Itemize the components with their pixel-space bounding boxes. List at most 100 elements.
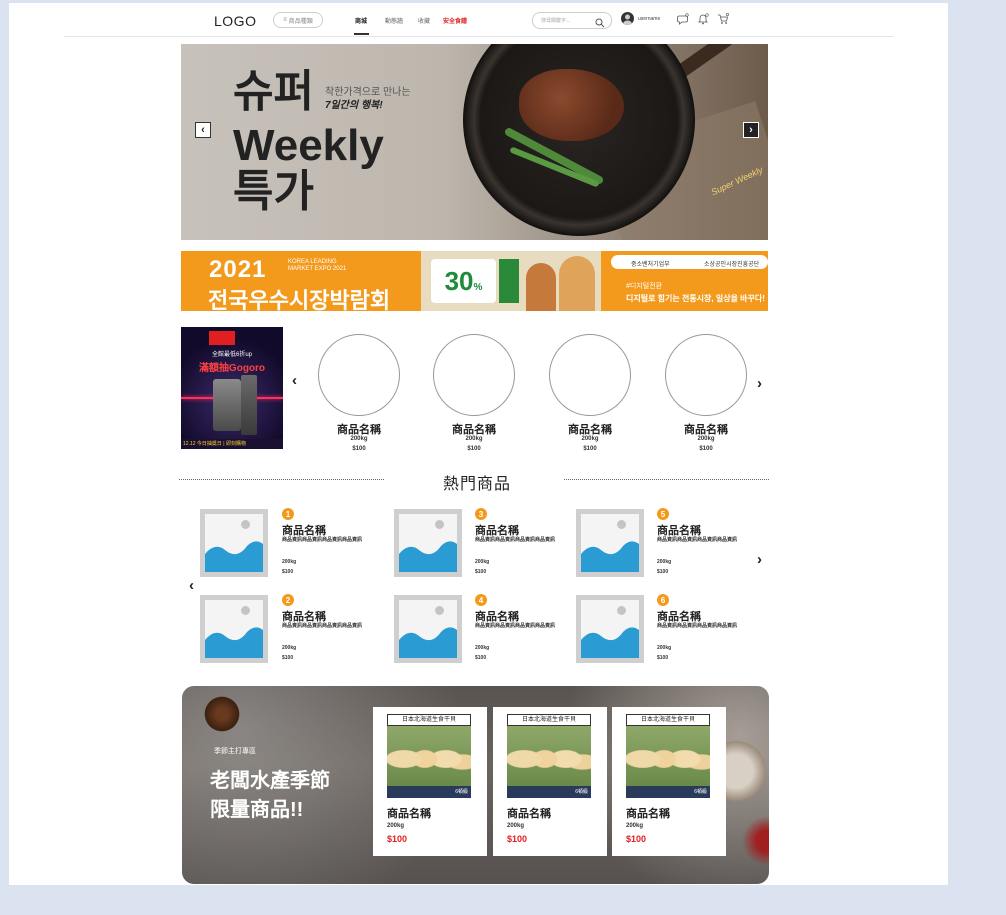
- category-button[interactable]: ≡ 商品種類: [273, 12, 323, 28]
- image-placeholder-icon: [399, 600, 457, 658]
- product-name[interactable]: 商品名稱: [656, 421, 756, 437]
- active-tab-indicator: [354, 33, 369, 35]
- product-price: $100: [352, 446, 366, 452]
- nav-link-feed[interactable]: 動態牆: [385, 16, 403, 25]
- product-name[interactable]: 商品名稱: [424, 421, 524, 437]
- hot-next-button[interactable]: ›: [757, 551, 762, 568]
- search-icon[interactable]: [595, 15, 605, 33]
- product-name[interactable]: 商品名稱: [475, 608, 519, 624]
- promo-line1: 全館最低6折up: [211, 352, 252, 358]
- promo-appliance-image: [213, 379, 241, 431]
- promo-appliance-image: [241, 375, 257, 435]
- hero-next-button[interactable]: ›: [743, 122, 759, 138]
- product-name[interactable]: 商品名稱: [540, 421, 640, 437]
- product-circle-image[interactable]: [318, 334, 400, 416]
- cart-icon[interactable]: [717, 12, 730, 30]
- product-name[interactable]: 商品名稱: [475, 522, 519, 538]
- expo-discount-unit: %: [473, 282, 483, 293]
- product-circle-image[interactable]: [549, 334, 631, 416]
- nav-link-favorites[interactable]: 收藏: [418, 16, 430, 25]
- hot-products-title: 熱門商品: [443, 476, 512, 493]
- product-name[interactable]: 商品名稱: [657, 522, 701, 538]
- expo-korean-title: 전국우수시장박람회: [208, 288, 391, 311]
- hot-product-image[interactable]: [200, 595, 268, 663]
- expo-en-line2: MARKET EXPO 2021: [288, 266, 347, 272]
- rank-badge: 4: [475, 594, 487, 606]
- placeholder-mountain: [205, 627, 263, 658]
- star-anise-image: [202, 694, 242, 734]
- section-divider: [564, 479, 769, 480]
- user-avatar[interactable]: [621, 12, 634, 25]
- product-image-tag: 6頓級: [694, 789, 707, 795]
- search-box[interactable]: 搜尋關鍵字...: [532, 12, 612, 29]
- hot-prev-button[interactable]: ‹: [189, 577, 194, 594]
- carousel-next-button[interactable]: ›: [757, 375, 762, 392]
- expo-org1: 중소벤처기업부: [631, 262, 670, 268]
- image-placeholder-icon: [205, 600, 263, 658]
- nav-link-safe-recipes[interactable]: 安全食譜: [443, 16, 467, 25]
- placeholder-mountain: [399, 627, 457, 658]
- seasonal-product-card[interactable]: 日本北海道生食干貝 6頓級 商品名稱 200kg $100: [612, 707, 726, 856]
- product-name[interactable]: 商品名稱: [387, 805, 431, 821]
- expo-bag-image: [499, 259, 519, 303]
- seasonal-product-card[interactable]: 日本北海道生食干貝 6頓級 商品名稱 200kg $100: [373, 707, 487, 856]
- product-image[interactable]: 日本北海道生食干貝 6頓級: [626, 714, 710, 798]
- product-weight: 200kg: [626, 823, 644, 829]
- nav-link-mall[interactable]: 商城: [355, 16, 367, 25]
- product-name[interactable]: 商品名稱: [282, 522, 326, 538]
- hot-product-image[interactable]: [394, 595, 462, 663]
- product-name[interactable]: 商品名稱: [309, 421, 409, 437]
- carousel-prev-button[interactable]: ‹: [292, 372, 297, 389]
- product-weight: 200kg: [465, 436, 483, 442]
- hot-product-image[interactable]: [200, 509, 268, 577]
- product-description: 商品資訊商品資訊商品資訊商品資訊: [657, 537, 738, 543]
- placeholder-sun: [241, 520, 250, 529]
- hero-prev-button[interactable]: ‹: [195, 122, 211, 138]
- product-circle-image[interactable]: [433, 334, 515, 416]
- rank-badge: 3: [475, 508, 487, 520]
- product-weight: 200kg: [581, 436, 599, 442]
- rank-badge: 5: [657, 508, 669, 520]
- product-price: $100: [657, 655, 669, 661]
- hot-product-image[interactable]: [394, 509, 462, 577]
- page-container: LOGO ≡ 商品種類 商城 動態牆 收藏 安全食譜 搜尋關鍵字... user…: [9, 3, 948, 885]
- chat-icon[interactable]: [677, 12, 689, 30]
- hero-steak-image: [519, 69, 624, 141]
- product-image[interactable]: 日本北海道生食干貝 6頓級: [387, 714, 471, 798]
- placeholder-mountain: [581, 541, 639, 572]
- product-price: $100: [507, 834, 528, 844]
- product-name[interactable]: 商品名稱: [626, 805, 670, 821]
- hot-product-image[interactable]: [576, 509, 644, 577]
- product-name[interactable]: 商品名稱: [657, 608, 701, 624]
- product-name[interactable]: 商品名稱: [282, 608, 326, 624]
- scallop-image: [626, 726, 710, 786]
- image-placeholder-icon: [581, 600, 639, 658]
- product-weight: 200kg: [282, 645, 297, 651]
- expo-tagline2: 디지털로 힘기는 전통시장, 일상을 바꾸다!: [626, 294, 765, 303]
- notification-icon[interactable]: [697, 12, 709, 30]
- nav-divider: [64, 36, 894, 37]
- username[interactable]: username: [638, 16, 660, 22]
- hero-banner[interactable]: 슈퍼 착한가격으로 만나는 7일간의 행복! Weekly 특가 Super W…: [181, 44, 768, 240]
- product-circle-image[interactable]: [665, 334, 747, 416]
- product-weight: 200kg: [475, 559, 490, 565]
- seasonal-title-line2: 限量商品!!: [210, 799, 304, 821]
- expo-org2: 소상공인시장진흥공단: [704, 262, 760, 268]
- promo-ad[interactable]: 全館最低6折up 滿額抽Gogoro 12.12 今日抽獎日 | 即刻購物: [181, 327, 283, 449]
- product-price: $100: [699, 446, 713, 452]
- product-price: $100: [387, 834, 408, 844]
- product-image[interactable]: 日本北海道生食干貝 6頓級: [507, 714, 591, 798]
- seasonal-product-card[interactable]: 日本北海道生食干貝 6頓級 商品名稱 200kg $100: [493, 707, 607, 856]
- hot-product-image[interactable]: [576, 595, 644, 663]
- product-weight: 200kg: [387, 823, 405, 829]
- expo-banner[interactable]: 2021 KOREA LEADING MARKET EXPO 2021 전국우수…: [181, 251, 768, 311]
- product-description: 商品資訊商品資訊商品資訊商品資訊: [475, 537, 556, 543]
- image-placeholder-icon: [581, 514, 639, 572]
- product-name[interactable]: 商品名稱: [507, 805, 551, 821]
- product-image-banner: 日本北海道生食干貝: [387, 714, 471, 726]
- product-weight: 200kg: [507, 823, 525, 829]
- product-image-tag: 6頓級: [455, 789, 468, 795]
- rank-badge: 2: [282, 594, 294, 606]
- product-weight: 200kg: [350, 436, 368, 442]
- logo[interactable]: LOGO: [214, 13, 256, 29]
